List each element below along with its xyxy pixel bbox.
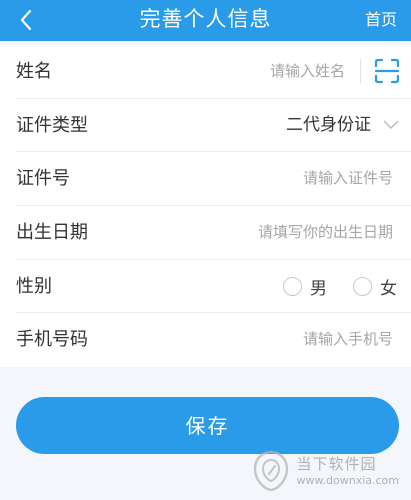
watermark-url: www.downxia.com — [296, 474, 399, 487]
id-number-label: 证件号 — [16, 168, 70, 190]
page-title: 完善个人信息 — [139, 7, 272, 31]
gender-row: 性别 男 女 — [16, 260, 411, 314]
radio-male[interactable] — [283, 277, 302, 297]
name-row: 姓名 — [16, 45, 411, 99]
save-button[interactable]: 保存 — [16, 397, 399, 454]
phone-input[interactable] — [193, 327, 393, 352]
gender-female-label: 女 — [380, 279, 397, 300]
watermark-text: 当下软件园 www.downxia.com — [297, 455, 399, 487]
downxia-logo-icon — [253, 450, 288, 492]
scan-icon — [374, 58, 400, 84]
watermark: 当下软件园 www.downxia.com — [251, 448, 399, 494]
chevron-down-icon — [383, 120, 399, 129]
name-input[interactable] — [145, 59, 345, 83]
id-type-row[interactable]: 证件类型 二代身份证 — [16, 99, 411, 153]
personal-info-form: 姓名 证件类型 二代身份证 证件号 出生日期 性别 男 女 — [0, 45, 411, 367]
home-link[interactable]: 首页 — [365, 0, 397, 41]
phone-row: 手机号码 — [16, 313, 411, 367]
header-bar: 完善个人信息 首页 — [0, 0, 411, 41]
watermark-name: 当下软件园 — [296, 455, 377, 473]
id-type-select[interactable]: 二代身份证 — [286, 99, 371, 152]
id-type-label: 证件类型 — [16, 114, 88, 136]
id-number-row: 证件号 — [16, 152, 411, 207]
birth-date-row: 出生日期 — [16, 206, 411, 260]
gender-male-option[interactable]: 男 — [283, 275, 327, 299]
phone-label: 手机号码 — [16, 329, 88, 351]
birth-date-label: 出生日期 — [16, 222, 88, 244]
divider — [360, 59, 361, 83]
gender-female-option[interactable]: 女 — [353, 275, 397, 299]
id-number-input[interactable] — [193, 166, 393, 191]
scan-button[interactable] — [373, 57, 401, 85]
birth-date-input[interactable] — [193, 220, 393, 245]
name-label: 姓名 — [16, 61, 52, 82]
gender-male-label: 男 — [310, 279, 327, 300]
radio-female[interactable] — [353, 277, 372, 297]
gender-label: 性别 — [16, 275, 52, 297]
